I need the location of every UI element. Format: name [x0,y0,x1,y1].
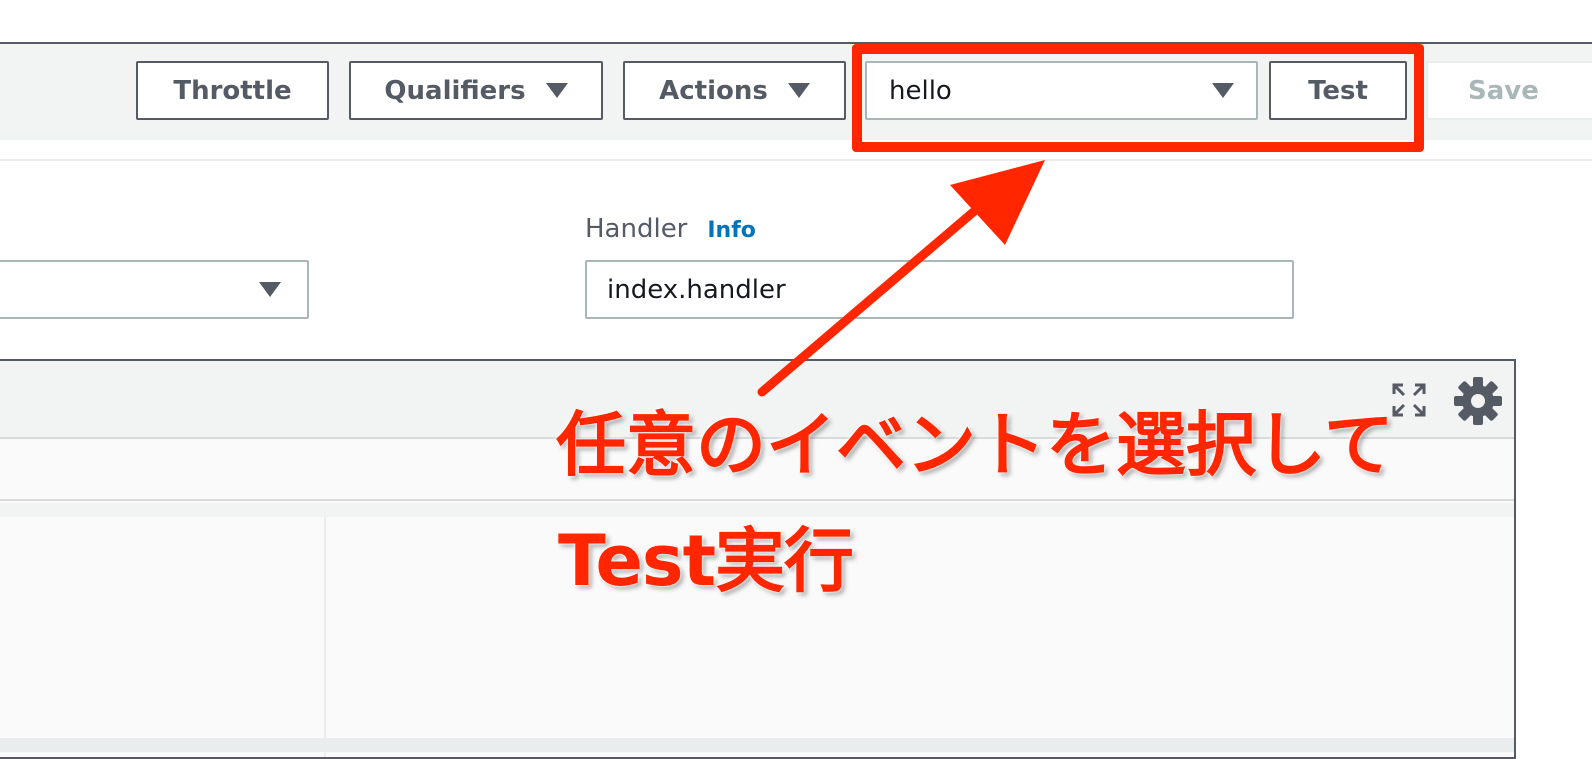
actions-dropdown[interactable]: Actions [623,61,846,120]
annotation-arrow-icon [757,160,1045,397]
gear-icon[interactable] [1453,376,1503,426]
save-button-label: Save [1468,75,1539,106]
caret-down-icon [259,282,281,297]
code-editor-tabbar [0,503,1514,517]
handler-label: Handler [585,214,688,244]
save-button[interactable]: Save [1426,61,1592,120]
editor-pane-divider[interactable] [324,517,326,757]
annotation-text-line2: Test実行 [558,520,854,602]
annotation-text-line1: 任意のイベントを選択して [556,404,1394,486]
throttle-button[interactable]: Throttle [136,61,329,120]
annotation-highlight-box [852,44,1424,152]
runtime-select[interactable] [0,260,309,319]
qualifiers-dropdown-label: Qualifiers [384,75,526,106]
caret-down-icon [545,83,568,98]
qualifiers-dropdown[interactable]: Qualifiers [349,61,603,120]
fullscreen-icon[interactable] [1392,383,1426,417]
handler-label-row: Handler Info [585,214,756,250]
actions-dropdown-label: Actions [659,75,768,106]
editor-bottom-bar [0,738,1514,752]
throttle-button-label: Throttle [173,75,292,106]
caret-down-icon [787,83,810,98]
